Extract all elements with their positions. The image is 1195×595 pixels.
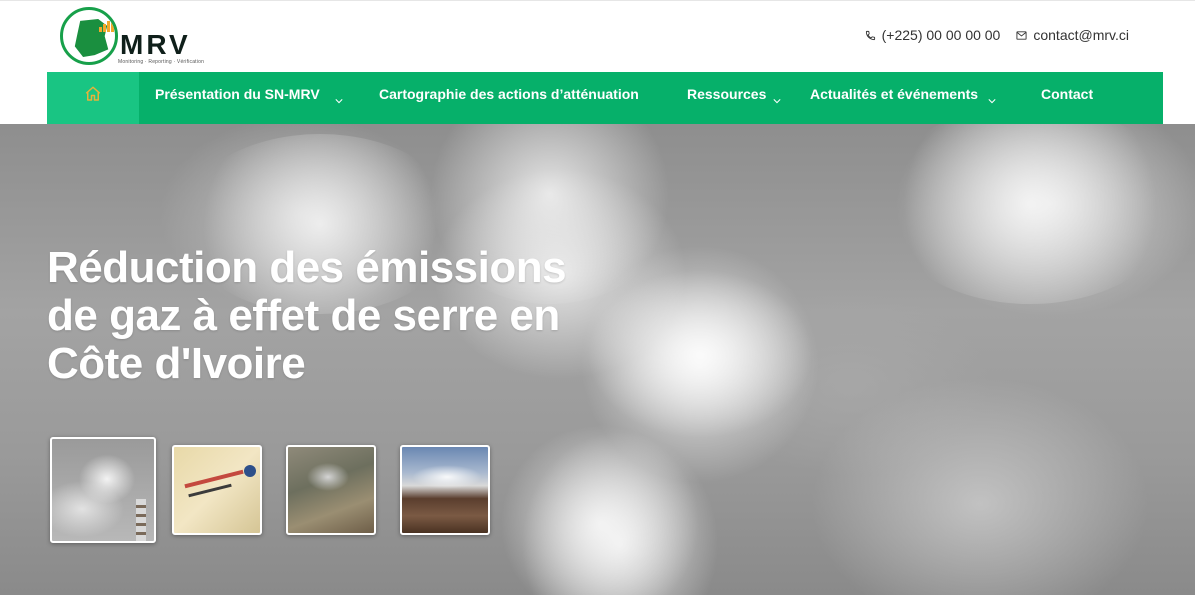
logo-emblem — [60, 7, 118, 65]
map-pin-icon — [244, 465, 256, 477]
nav-item-label: Ressources — [687, 86, 767, 102]
mail-icon — [1016, 30, 1027, 40]
chevron-down-icon — [773, 92, 781, 104]
phone-icon — [865, 30, 875, 40]
chimney — [136, 499, 146, 541]
nav-item-label: Actualités et événements — [810, 86, 979, 102]
contact-bar: (+225) 00 00 00 00 contact@mrv.ci — [865, 27, 1129, 43]
thumbnail-map[interactable] — [172, 445, 262, 535]
nav-item-presentation[interactable]: Présentation du SN-MRV — [155, 72, 343, 124]
logo-tagline: Monitoring · Reporting · Vérification — [118, 59, 205, 65]
email-contact[interactable]: contact@mrv.ci — [1016, 27, 1129, 43]
phone-contact[interactable]: (+225) 00 00 00 00 — [865, 27, 1001, 43]
nav-item-contact[interactable]: Contact — [1041, 72, 1093, 124]
nav-item-ressources[interactable]: Ressources — [687, 72, 781, 124]
logo-wordmark: MRV — [120, 29, 191, 60]
nav-item-label: Contact — [1041, 86, 1094, 102]
smoke-cloud — [880, 124, 1180, 304]
hero-title: Réduction des émissions de gaz à effet d… — [47, 243, 567, 388]
hero-banner: Réduction des émissions de gaz à effet d… — [0, 124, 1195, 595]
thumbnail-smoke-stack[interactable] — [50, 437, 156, 543]
site-logo[interactable]: MRV Monitoring · Reporting · Vérificatio… — [58, 7, 204, 67]
steam — [412, 465, 482, 489]
chevron-down-icon — [988, 92, 996, 104]
nav-item-label: Cartographie des actions d’atténuation — [379, 86, 639, 102]
phone-number: (+225) 00 00 00 00 — [881, 27, 1001, 43]
nav-home[interactable] — [47, 72, 139, 124]
map-route — [184, 469, 244, 489]
nav-item-actualites[interactable]: Actualités et événements — [810, 72, 996, 124]
home-icon — [85, 86, 101, 101]
nav-item-cartographie[interactable]: Cartographie des actions d’atténuation — [379, 72, 639, 124]
main-nav: Présentation du SN-MRV Cartographie des … — [47, 72, 1163, 124]
thumbnail-geothermal-field[interactable] — [400, 445, 490, 535]
top-header: MRV Monitoring · Reporting · Vérificatio… — [0, 0, 1195, 72]
thumbnail-industrial-site[interactable] — [286, 445, 376, 535]
bar-chart-icon — [99, 18, 115, 32]
chevron-down-icon — [335, 92, 343, 104]
nav-item-label: Présentation du SN-MRV — [155, 86, 320, 102]
email-address: contact@mrv.ci — [1033, 27, 1129, 43]
